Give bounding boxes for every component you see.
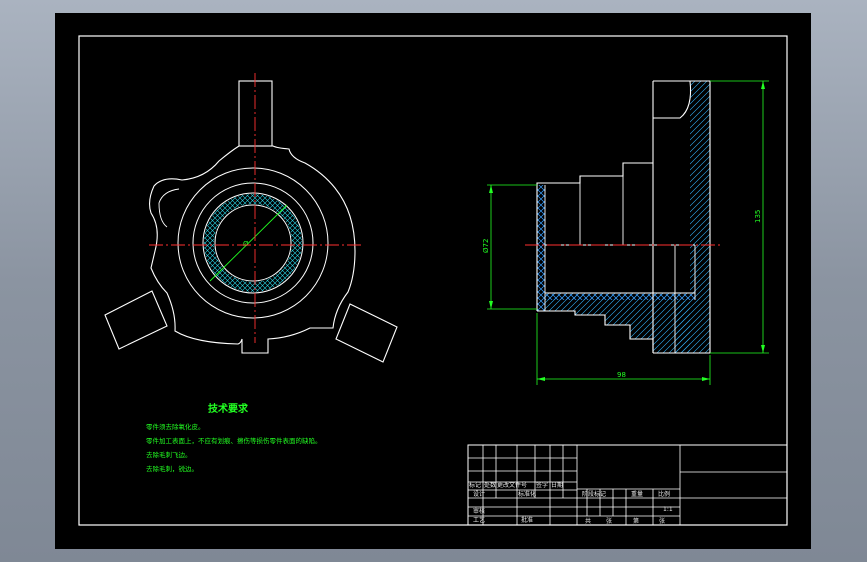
shaft-top-steps (536, 162, 653, 311)
tb-scale-value: 1:1 (663, 506, 673, 513)
tb-label-weight: 重量 (631, 490, 643, 498)
tech-note-1: 零件须去除氧化皮。 (146, 422, 205, 431)
tech-note-2: 零件加工表面上，不应有划痕、擦伤等损伤零件表面的缺陷。 (146, 436, 322, 445)
outer-circle (177, 167, 329, 319)
right-arm (335, 303, 398, 363)
bore-circle (214, 204, 292, 282)
tb-label-date: 日期 (551, 481, 563, 489)
technical-requirements: 技术要求 零件须去除氧化皮。 零件加工表面上，不应有划痕、擦伤等损伤零件表面的缺… (146, 402, 322, 473)
band-hatch (545, 294, 695, 300)
title-block-labels: 标记 处数 更改文件号 签字 日期 设计 标准化 阶段标记 重量 比例 1:1 … (469, 481, 673, 525)
ring-outer-circle (202, 192, 304, 294)
tech-req-title: 技术要求 (208, 402, 249, 415)
hatched-ring (204, 194, 302, 292)
tb-label-mark: 标记 (469, 481, 481, 489)
flange-fillet (653, 80, 692, 119)
lug-inner-line (158, 188, 180, 228)
tech-note-3: 去除毛刺飞边。 (146, 450, 192, 459)
tb-label-review: 审核 (473, 507, 485, 515)
tb-label-standardization: 标准化 (518, 490, 536, 498)
tb-label-scale: 比例 (658, 490, 670, 498)
tb-label-sheet-no: 第 (633, 517, 639, 525)
cad-model-space[interactable]: Ø Ø72 135 98 技术要求 零件须去除氧化皮。 零件加工表面上，不应有划… (55, 13, 811, 549)
tb-label-stage-mark: 阶段标记 (582, 490, 606, 498)
tb-label-signature: 签字 (536, 481, 548, 489)
dimension-lines (487, 80, 769, 385)
dim-bore-diameter: Ø72 (482, 239, 490, 253)
wall-hatch (537, 185, 545, 311)
dimension-arrows (489, 81, 765, 381)
dim-height: 135 (754, 210, 762, 223)
tb-label-process: 工艺 (473, 516, 485, 524)
tb-label-change-doc: 更改文件号 (497, 481, 527, 489)
tb-label-approval: 批准 (521, 516, 533, 524)
tech-note-4: 去除毛刺，锐边。 (146, 464, 198, 473)
tb-label-designer: 设计 (473, 490, 485, 498)
base-hatch (545, 293, 690, 353)
front-view[interactable]: Ø (104, 80, 398, 363)
tb-label-sheet-2: 张 (659, 517, 665, 525)
dim-length: 98 (617, 371, 626, 379)
front-centerlines (149, 73, 361, 343)
tb-label-sheet-total: 共 (585, 517, 591, 525)
left-arm (104, 290, 168, 350)
top-boss (238, 80, 273, 147)
tb-label-count: 处数 (484, 481, 496, 489)
tb-label-sheet-1: 张 (606, 517, 612, 525)
section-view[interactable]: Ø72 135 98 (482, 80, 769, 385)
body-outline (148, 145, 356, 354)
bore-diameter-label: Ø (243, 240, 249, 248)
drawing-canvas[interactable]: Ø Ø72 135 98 技术要求 零件须去除氧化皮。 零件加工表面上，不应有划… (55, 13, 811, 549)
